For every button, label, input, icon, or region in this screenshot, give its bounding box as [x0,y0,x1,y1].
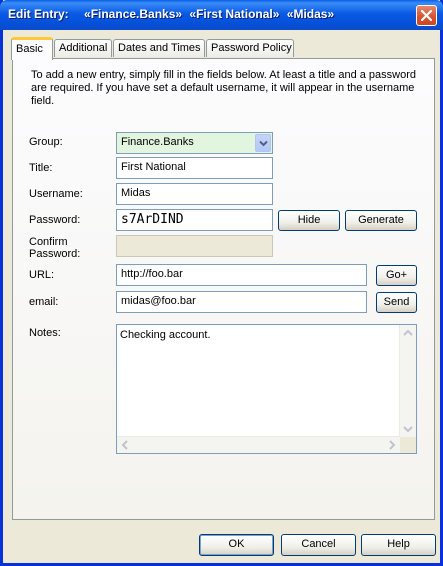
tab-basic[interactable]: Basic [11,37,53,60]
group-label: Group: [29,136,63,148]
title-group: «Finance.Banks» [84,7,183,21]
username-label: Username: [29,188,83,200]
intro-text: To add a new entry, simply fill in the f… [31,69,416,107]
group-dropdown-button[interactable] [255,134,271,152]
confirm-password-field [116,235,273,257]
scroll-up-button[interactable] [400,325,416,341]
notes-textarea[interactable]: Checking account. [116,324,417,454]
confirm-label-line-1: Confirm [29,236,68,248]
scroll-corner [400,437,416,453]
close-icon [421,10,432,21]
hide-button[interactable]: Hide [278,210,340,231]
title-prefix: Edit Entry: [8,7,69,21]
url-field[interactable]: http://foo.bar [116,264,367,286]
password-field[interactable]: s7ArDIND [116,209,273,231]
title-field[interactable]: First National [116,157,273,179]
chevron-down-icon [403,426,413,433]
scroll-left-button[interactable] [117,437,133,453]
cancel-button[interactable]: Cancel [281,534,356,556]
notes-vertical-scrollbar[interactable] [399,325,416,437]
title-bar[interactable]: Edit Entry: «Finance.Banks» «First Natio… [0,0,443,30]
close-button[interactable] [416,5,437,26]
confirm-password-label: Confirm Password: [29,236,80,260]
email-field[interactable]: midas@foo.bar [116,291,367,313]
notes-label: Notes: [29,327,61,339]
ok-button[interactable]: OK [199,534,274,556]
tab-additional[interactable]: Additional [54,39,112,57]
notes-horizontal-scrollbar[interactable] [117,436,400,453]
group-value: Finance.Banks [121,136,194,148]
notes-value: Checking account. [120,329,211,341]
generate-button[interactable]: Generate [345,210,417,231]
email-label: email: [29,296,59,308]
scroll-right-button[interactable] [384,437,400,453]
confirm-label-line-2: Password: [29,248,81,260]
go-button[interactable]: Go+ [376,265,417,286]
title-user: «Midas» [286,7,335,21]
url-label: URL: [29,269,55,281]
password-label: Password: [29,214,81,226]
title-entry: «First National» [189,7,280,21]
help-button[interactable]: Help [361,534,436,556]
basic-tab-panel: To add a new entry, simply fill in the f… [12,58,435,520]
chevron-left-icon [121,440,128,450]
edit-entry-dialog: Edit Entry: «Finance.Banks» «First Natio… [0,0,443,566]
chevron-right-icon [389,440,396,450]
tab-password-policy[interactable]: Password Policy [206,39,294,57]
window-title: Edit Entry: «Finance.Banks» «First Natio… [8,7,346,21]
chevron-up-icon [403,329,413,336]
send-button[interactable]: Send [376,292,417,313]
scroll-down-button[interactable] [400,421,416,437]
title-label: Title: [29,162,53,174]
username-field[interactable]: Midas [116,183,273,205]
chevron-down-icon [259,140,268,147]
group-combo[interactable]: Finance.Banks [116,132,273,154]
tab-dates-and-times[interactable]: Dates and Times [113,39,205,57]
